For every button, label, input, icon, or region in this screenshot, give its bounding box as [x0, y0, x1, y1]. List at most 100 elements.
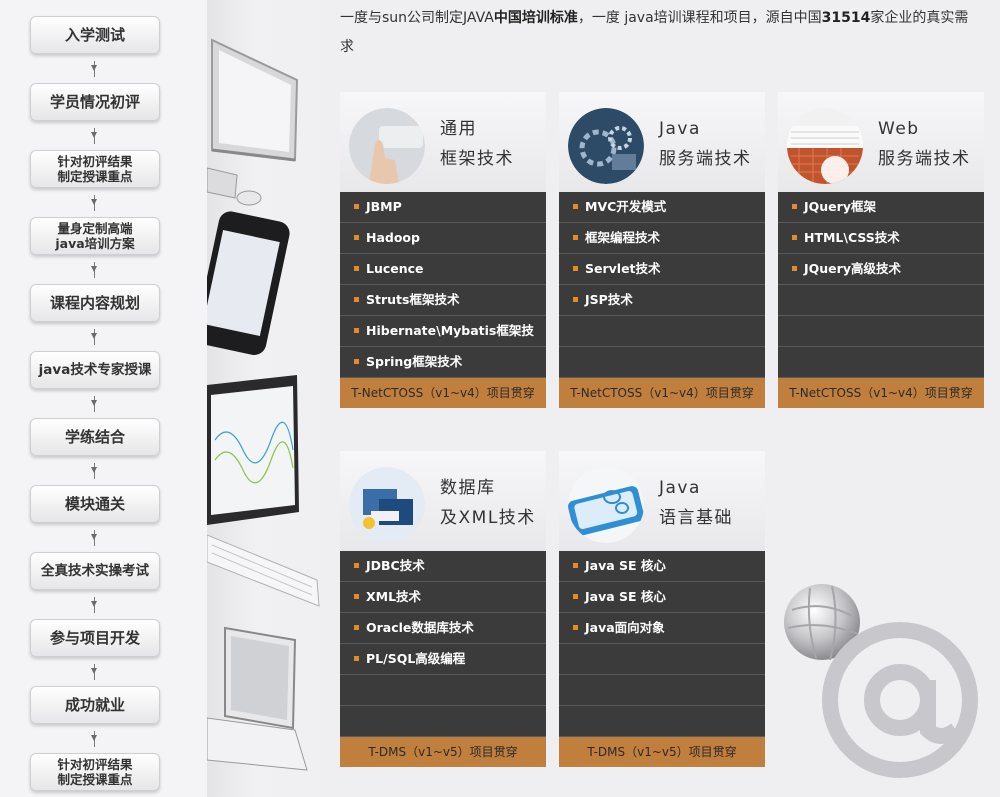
list-item [340, 706, 546, 737]
bullet-icon [573, 204, 578, 209]
list-item[interactable]: 框架编程技术 [559, 223, 765, 254]
flow-arrow [91, 597, 97, 613]
card-list: JBMP Hadoop Lucence Struts框架技术 Hibernate… [340, 192, 546, 378]
chat-screen-icon [568, 467, 644, 543]
list-item [559, 706, 765, 737]
list-item [778, 285, 984, 316]
bullet-icon [354, 297, 359, 302]
flow-arrow [91, 61, 97, 77]
database-icon [349, 467, 425, 543]
flow-step-11[interactable]: 成功就业 [30, 686, 160, 724]
flow-arrow [91, 262, 97, 278]
devices-icon [207, 38, 320, 771]
list-item[interactable]: JSP技术 [559, 285, 765, 316]
bullet-icon [354, 328, 359, 333]
list-item [778, 347, 984, 378]
flow-step-5[interactable]: 课程内容规划 [30, 284, 160, 322]
card-title: Web 服务端技术 [878, 119, 971, 169]
bullet-icon [354, 656, 359, 661]
intro-part-1: 一度与sun公司制定JAVA [340, 10, 494, 26]
bullet-icon [792, 204, 797, 209]
flow-arrow [91, 463, 97, 479]
list-item[interactable]: Oracle数据库技术 [340, 613, 546, 644]
list-item[interactable]: PL/SQL高级编程 [340, 644, 546, 675]
list-item[interactable]: Java面向对象 [559, 613, 765, 644]
card-footer[interactable]: T-DMS（v1~v5）项目贯穿 [559, 737, 765, 767]
flow-arrow [91, 195, 97, 211]
bullet-icon [354, 625, 359, 630]
card-title: Java 服务端技术 [659, 119, 752, 169]
flow-arrow [91, 530, 97, 546]
list-item[interactable]: MVC开发模式 [559, 192, 765, 223]
card-list: Java SE 核心 Java SE 核心 Java面向对象 [559, 551, 765, 737]
bullet-icon [354, 204, 359, 209]
bullet-icon [354, 235, 359, 240]
touch-icon [349, 108, 425, 184]
flow-arrow [91, 396, 97, 412]
flow-arrow [91, 731, 97, 747]
flow-step-8[interactable]: 模块通关 [30, 485, 160, 523]
card-title: 通用 框架技术 [440, 119, 514, 169]
flow-arrow [91, 128, 97, 144]
bullet-icon [573, 235, 578, 240]
flow-step-10[interactable]: 参与项目开发 [30, 619, 160, 657]
flow-step-2[interactable]: 学员情况初评 [30, 83, 160, 121]
bullet-icon [354, 594, 359, 599]
list-item[interactable]: HTML\CSS技术 [778, 223, 984, 254]
card-list: JQuery框架 HTML\CSS技术 JQuery高级技术 [778, 192, 984, 378]
intro-bold-2: 31514 [821, 10, 871, 26]
list-item[interactable]: Spring框架技术 [340, 347, 546, 378]
card-footer[interactable]: T-NetCTOSS（v1~v4）项目贯穿 [778, 378, 984, 408]
course-card-java-basics: Java 语言基础 Java SE 核心 Java SE 核心 Java面向对象… [559, 451, 765, 767]
card-header: 通用 框架技术 [340, 92, 546, 192]
flow-arrow [91, 329, 97, 345]
list-item[interactable]: XML技术 [340, 582, 546, 613]
list-item[interactable]: JQuery高级技术 [778, 254, 984, 285]
flow-step-7[interactable]: 学练结合 [30, 418, 160, 456]
list-item[interactable]: Struts框架技术 [340, 285, 546, 316]
list-item [559, 316, 765, 347]
list-item [559, 347, 765, 378]
flow-step-6[interactable]: java技术专家授课 [30, 351, 160, 389]
list-item[interactable]: Lucence [340, 254, 546, 285]
list-item[interactable]: Hibernate\Mybatis框架技术 [340, 316, 546, 368]
card-header: Web 服务端技术 [778, 92, 984, 192]
flow-step-3[interactable]: 针对初评结果 制定授课重点 [30, 150, 160, 188]
list-item[interactable]: Java SE 核心 [559, 551, 765, 582]
list-item [340, 675, 546, 706]
bullet-icon [573, 563, 578, 568]
course-card-web-server: Web 服务端技术 JQuery框架 HTML\CSS技术 JQuery高级技术… [778, 92, 984, 408]
bullet-icon [573, 594, 578, 599]
intro-text: 一度与sun公司制定JAVA中国培训标准，一度 java培训课程和项目，源自中国… [340, 4, 980, 62]
flow-step-4[interactable]: 量身定制高端 java培训方案 [30, 217, 160, 255]
bullet-icon [573, 297, 578, 302]
card-title: 数据库 及XML技术 [440, 478, 536, 528]
bullet-icon [573, 625, 578, 630]
card-footer[interactable]: T-NetCTOSS（v1~v4）项目贯穿 [559, 378, 765, 408]
list-item [559, 644, 765, 675]
list-item[interactable]: Servlet技术 [559, 254, 765, 285]
bullet-icon [573, 266, 578, 271]
list-item [778, 316, 984, 347]
course-card-database: 数据库 及XML技术 JDBC技术 XML技术 Oracle数据库技术 PL/S… [340, 451, 546, 767]
card-footer[interactable]: T-DMS（v1~v5）项目贯穿 [340, 737, 546, 767]
keyboard-icon [787, 108, 863, 184]
card-footer[interactable]: T-NetCTOSS（v1~v4）项目贯穿 [340, 378, 546, 408]
flow-step-1[interactable]: 入学测试 [30, 16, 160, 54]
list-item[interactable]: JDBC技术 [340, 551, 546, 582]
card-header: 数据库 及XML技术 [340, 451, 546, 551]
flow-step-12[interactable]: 针对初评结果 制定授课重点 [30, 753, 160, 791]
intro-bold-1: 中国培训标准 [493, 10, 578, 26]
list-item[interactable]: Java SE 核心 [559, 582, 765, 613]
bullet-icon [354, 266, 359, 271]
list-item[interactable]: Hadoop [340, 223, 546, 254]
list-item[interactable]: JBMP [340, 192, 546, 223]
card-list: MVC开发模式 框架编程技术 Servlet技术 JSP技术 [559, 192, 765, 378]
gears-icon [568, 108, 644, 184]
at-globe-icon [784, 584, 978, 778]
bullet-icon [354, 563, 359, 568]
card-list: JDBC技术 XML技术 Oracle数据库技术 PL/SQL高级编程 [340, 551, 546, 737]
flow-step-9[interactable]: 全真技术实操考试 [30, 552, 160, 590]
card-header: Java 语言基础 [559, 451, 765, 551]
list-item[interactable]: JQuery框架 [778, 192, 984, 223]
